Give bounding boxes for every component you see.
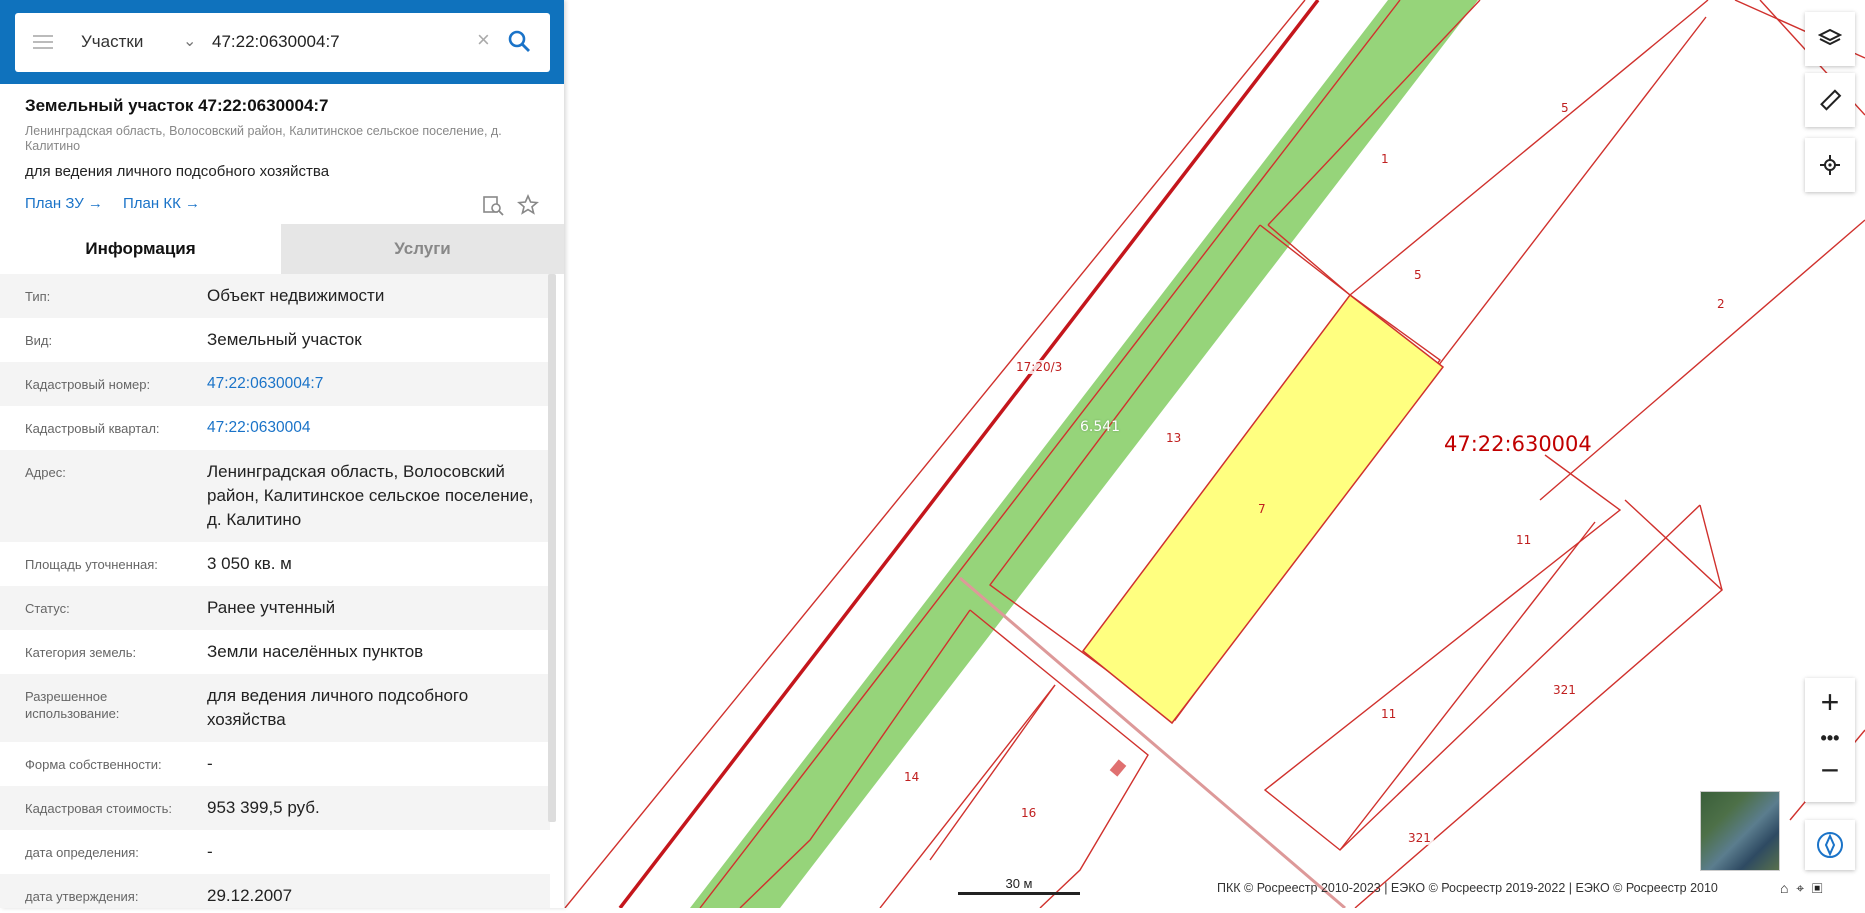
attribute-row: Кадастровый квартал: 47:22:0630004 xyxy=(0,406,550,450)
chevron-down-icon[interactable]: ⌄ xyxy=(183,31,196,51)
cadastral-quarter-link[interactable]: 47:22:0630004 xyxy=(207,416,537,440)
compass-button[interactable] xyxy=(1805,820,1855,870)
attribute-label: Площадь уточненная: xyxy=(25,557,158,572)
parcel-label[interactable]: 7 xyxy=(1255,502,1269,516)
zoom-out-button[interactable]: − xyxy=(1805,752,1855,789)
attribute-label: Категория земель: xyxy=(25,645,137,660)
attribute-label: дата определения: xyxy=(25,845,139,860)
search-type-select[interactable]: Участки xyxy=(81,32,143,52)
attribute-label: Форма собственности: xyxy=(25,757,162,772)
attribute-row: Тип: Объект недвижимости xyxy=(0,274,550,318)
search-box: Участки ⌄ 47:22:0630004:7 × xyxy=(15,13,550,72)
attribute-value: Объект недвижимости xyxy=(207,286,385,305)
attribute-label: дата утверждения: xyxy=(25,889,139,904)
search-icon[interactable] xyxy=(507,29,531,58)
map-attribution: ПКК © Росреестр 2010-2023 | ЕЭКО © Росре… xyxy=(1217,881,1718,895)
tab-info[interactable]: Информация xyxy=(0,224,281,274)
attribute-label: Вид: xyxy=(25,333,53,348)
attribute-row: Кадастровая стоимость: 953 399,5 руб. xyxy=(0,786,550,830)
attribute-label: Тип: xyxy=(25,289,51,304)
plan-kk-link[interactable]: План КК → xyxy=(123,195,200,212)
attribute-row: Форма собственности: - xyxy=(0,742,550,786)
layers-button[interactable] xyxy=(1805,12,1855,66)
locate-icon[interactable]: ⌖ xyxy=(1796,880,1804,896)
attribute-row: дата утверждения: 29.12.2007 xyxy=(0,874,550,908)
tab-services[interactable]: Услуги xyxy=(281,224,564,274)
zone-label: 6.541 xyxy=(1080,419,1121,435)
scrollbar[interactable] xyxy=(548,274,556,822)
zoom-in-button[interactable]: + xyxy=(1805,684,1855,721)
more-icon[interactable]: ••• xyxy=(1805,728,1855,749)
attribute-label: Кадастровая стоимость: xyxy=(25,801,172,816)
clear-icon[interactable]: × xyxy=(477,27,490,53)
panel-tabs: Информация Услуги xyxy=(0,224,564,274)
find-on-map-icon[interactable] xyxy=(482,194,504,221)
attribute-value: - xyxy=(207,842,213,861)
attribute-label: Адрес: xyxy=(25,465,66,480)
attribution-icons: ⌂ ⌖ ▣ xyxy=(1780,880,1823,897)
attribute-value: Ленинградская область, Волосовский район… xyxy=(207,462,534,529)
attribute-value: Земли населённых пунктов xyxy=(207,642,424,661)
attribute-value: Земельный участок xyxy=(207,330,362,349)
attribute-row: Разрешенное использование: для ведения л… xyxy=(0,674,550,742)
info-panel: Участки ⌄ 47:22:0630004:7 × ‹ Земельный … xyxy=(0,0,564,908)
parcel-label[interactable]: 2 xyxy=(1714,297,1728,311)
object-address: Ленинградская область, Волосовский район… xyxy=(25,124,502,153)
attribute-value: 29.12.2007 xyxy=(207,886,293,905)
attribute-row: Категория земель: Земли населённых пункт… xyxy=(0,630,550,674)
parcel-label[interactable]: 5 xyxy=(1411,268,1425,282)
scale-bar: 30 м xyxy=(958,876,1080,895)
parcel-label[interactable]: 11 xyxy=(1513,533,1535,547)
star-icon[interactable] xyxy=(517,193,539,221)
plan-zu-link[interactable]: План ЗУ → xyxy=(25,195,103,212)
parcel-label[interactable]: 13 xyxy=(1163,431,1185,445)
layers-icon xyxy=(1818,28,1842,46)
search-input[interactable]: 47:22:0630004:7 xyxy=(212,32,340,52)
attributes-list: Тип: Объект недвижимости Вид: Земельный … xyxy=(0,274,550,908)
basemap-switcher[interactable] xyxy=(1700,791,1780,871)
attribute-value: 953 399,5 руб. xyxy=(207,798,320,817)
parcel-label[interactable]: 321 xyxy=(1405,831,1434,845)
parcel-label[interactable]: 5 xyxy=(1558,101,1572,115)
cadastral-number-link[interactable]: 47:22:0630004:7 xyxy=(207,372,537,396)
attribute-row: Площадь уточненная: 3 050 кв. м xyxy=(0,542,550,586)
attribute-value: - xyxy=(207,754,213,773)
attribute-row: Кадастровый номер: 47:22:0630004:7 xyxy=(0,362,550,406)
home-icon[interactable]: ⌂ xyxy=(1780,880,1788,896)
zone-number-label: 17:20/3 xyxy=(1013,360,1066,374)
parcel-label[interactable]: 1 xyxy=(1378,152,1392,166)
parcel-label[interactable]: 11 xyxy=(1378,707,1400,721)
attribute-row: Статус: Ранее учтенный xyxy=(0,586,550,630)
attribute-label: Кадастровый квартал: xyxy=(25,421,160,436)
measure-button[interactable] xyxy=(1805,73,1855,127)
attribute-row: Адрес: Ленинградская область, Волосовски… xyxy=(0,450,550,542)
attribute-value: для ведения личного подсобного хозяйства xyxy=(207,686,469,729)
object-title: Земельный участок 47:22:0630004:7 xyxy=(25,96,329,115)
compass-icon xyxy=(1817,832,1843,858)
print-icon[interactable]: ▣ xyxy=(1812,880,1823,896)
crosshair-icon xyxy=(1820,155,1840,175)
locate-button[interactable] xyxy=(1805,138,1855,192)
zoom-control: + ••• − xyxy=(1805,678,1855,802)
attribute-label: Разрешенное использование: xyxy=(25,689,120,721)
attribute-value: Ранее учтенный xyxy=(207,598,336,617)
search-bar: Участки ⌄ 47:22:0630004:7 × ‹ xyxy=(0,0,564,84)
quarter-label: 47:22:630004 xyxy=(1444,432,1592,456)
attribute-value: 3 050 кв. м xyxy=(207,554,292,573)
attribute-row: дата определения: - xyxy=(0,830,550,874)
parcel-label[interactable]: 14 xyxy=(901,770,923,784)
attribute-row: Вид: Земельный участок xyxy=(0,318,550,362)
scale-label: 30 м xyxy=(1005,876,1033,891)
ruler-icon xyxy=(1820,89,1842,111)
parcel-label[interactable]: 321 xyxy=(1550,683,1579,697)
menu-icon[interactable] xyxy=(33,35,53,49)
parcel-label[interactable]: 16 xyxy=(1018,806,1040,820)
attribute-label: Статус: xyxy=(25,601,70,616)
object-purpose: для ведения личного подсобного хозяйства xyxy=(25,163,330,180)
attribute-label: Кадастровый номер: xyxy=(25,377,151,392)
